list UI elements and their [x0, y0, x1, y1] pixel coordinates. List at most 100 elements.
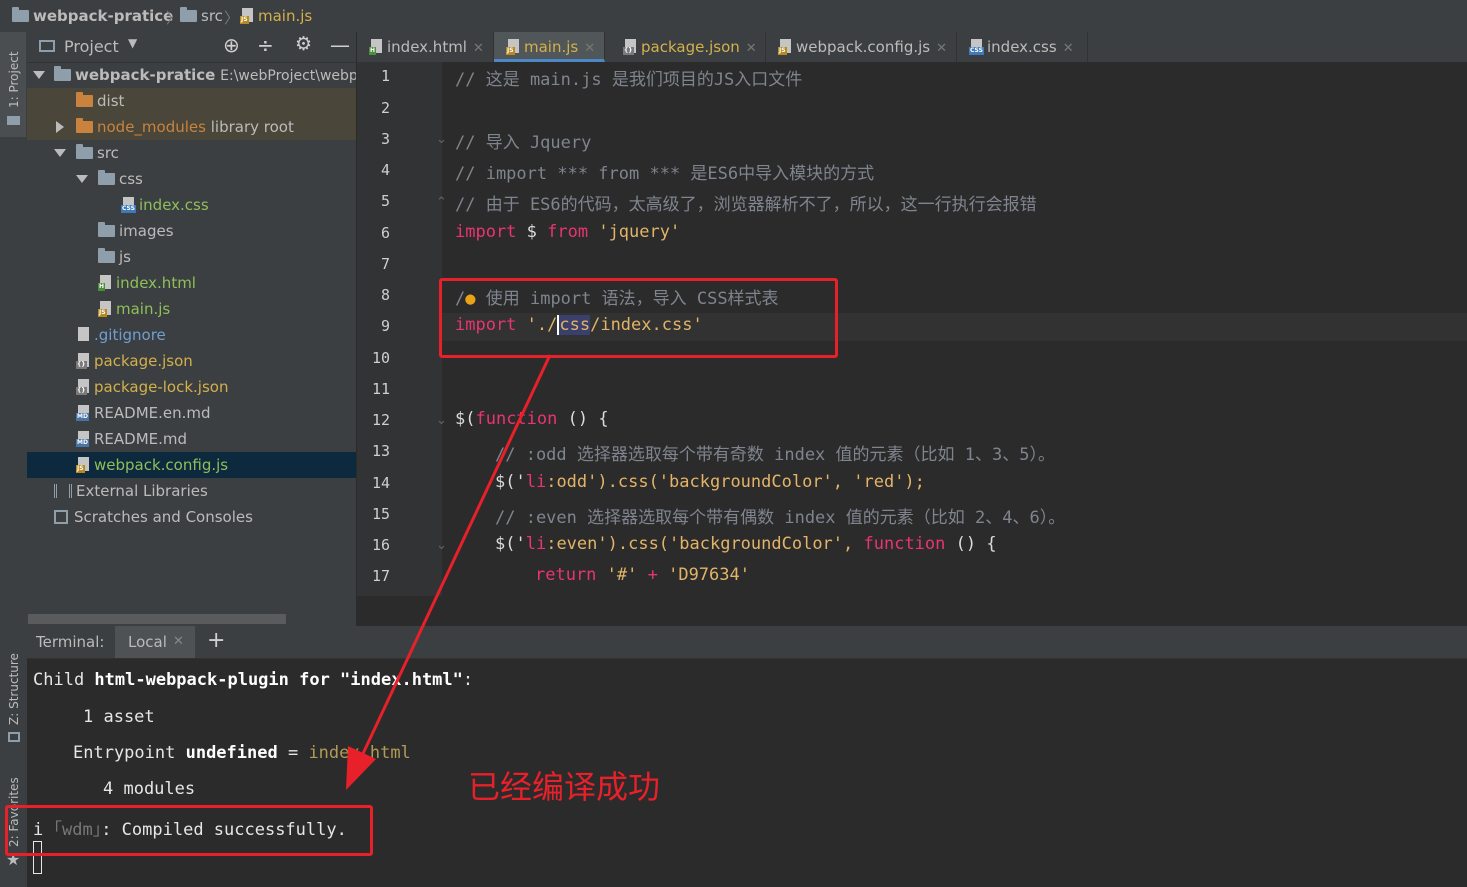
project-panel-header: Project ▼ ⊕ ÷ ⚙ —	[27, 32, 356, 63]
terminal-label: Terminal:	[36, 633, 105, 651]
close-icon[interactable]: ✕	[1063, 41, 1074, 56]
tab-webpack-config[interactable]: JS webpack.config.js ✕	[766, 32, 957, 62]
add-tab-icon[interactable]: +	[207, 628, 225, 653]
tree-item-label: webpack.config.js	[94, 456, 229, 474]
tree-item-label: js	[119, 248, 131, 266]
arrow-head	[346, 746, 376, 790]
code-line-16: $('li:even').css('backgroundColor', func…	[495, 534, 997, 554]
tree-item-label: src	[97, 144, 119, 162]
breadcrumb-separator: 〉	[224, 9, 240, 27]
tree-item-main-js[interactable]: JS main.js	[27, 296, 356, 322]
gear-icon[interactable]: ⚙	[295, 33, 312, 55]
chevron-down-icon[interactable]: ▼	[128, 36, 137, 50]
tree-item-note: library root	[210, 118, 294, 136]
tree-item-path: E:\webProject\webp	[220, 68, 356, 84]
tree-item-label: package.json	[94, 352, 193, 370]
tree-item-label: README.en.md	[94, 404, 211, 422]
code-line-13: // :odd 选择器选取每个带有奇数 index 值的元素（比如 1、3、5）…	[495, 445, 1055, 465]
css-file-icon: CSS	[969, 39, 984, 55]
tab-index-html[interactable]: Hindex.html ✕	[357, 32, 494, 62]
tree-item-index-html[interactable]: Hindex.html	[27, 270, 356, 296]
tree-item-label: main.js	[116, 300, 171, 318]
tree-item-label: dist	[97, 92, 125, 110]
code-line-3: // 导入 Jquery	[455, 133, 592, 153]
tree-item-index-css[interactable]: CSS index.css	[27, 192, 356, 218]
line-number: 9	[380, 317, 390, 335]
arrow-line	[358, 354, 552, 761]
tree-item-label: .gitignore	[94, 326, 166, 344]
horizontal-scrollbar[interactable]	[28, 614, 286, 624]
tree-item-readme-en[interactable]: MD README.en.md	[27, 400, 356, 426]
json-file-icon: {}	[623, 39, 637, 55]
html-file-icon: H	[98, 275, 112, 291]
fold-marker-icon[interactable]: ⌄	[436, 132, 447, 147]
left-tool-strip: 1: Project Z: Structure 2: Favorites ★	[0, 32, 28, 887]
annotation-arrow	[346, 354, 552, 790]
tab-package-json[interactable]: {} package.json ✕	[605, 32, 766, 62]
code-line-15: // :even 选择器选取每个带有偶数 index 值的元素（比如 2、4、6…	[495, 508, 1066, 528]
highlight-box-import-css	[439, 278, 838, 358]
tree-item-label: External Libraries	[76, 482, 208, 500]
markdown-file-icon: MD	[76, 405, 90, 421]
project-tree: webpack-pratice E:\webProject\webp dist …	[27, 62, 356, 602]
project-view-selector[interactable]: Project	[64, 37, 119, 56]
tree-item-label: css	[119, 170, 143, 188]
terminal-line-4: 4 modules	[103, 779, 196, 799]
project-tool-label[interactable]: 1: Project	[7, 51, 21, 108]
tree-item-label: README.md	[94, 430, 188, 448]
collapse-all-icon[interactable]: ÷	[257, 33, 274, 57]
expanded-arrow-icon	[54, 149, 66, 157]
breadcrumb-project[interactable]: webpack-pratice	[12, 7, 173, 25]
tree-item-webpack-config[interactable]: JS webpack.config.js	[27, 452, 356, 478]
tree-item-label: images	[119, 222, 174, 240]
tree-item-css[interactable]: css	[27, 166, 356, 192]
tree-item-label: package-lock.json	[94, 378, 229, 396]
folder-icon	[76, 144, 93, 159]
tree-item-root[interactable]: webpack-pratice E:\webProject\webp	[27, 62, 356, 88]
js-file-icon: JS	[778, 39, 792, 55]
folder-icon	[76, 118, 93, 133]
tree-item-scratches[interactable]: Scratches and Consoles	[27, 504, 356, 530]
locate-file-icon[interactable]: ⊕	[223, 33, 240, 57]
line-number: 2	[380, 99, 390, 117]
tree-item-package-lock-json[interactable]: {} package-lock.json	[27, 374, 356, 400]
breadcrumb-file[interactable]: JS main.js	[240, 7, 312, 25]
js-file-icon: JS	[240, 8, 254, 24]
json-file-icon: {}	[76, 379, 90, 395]
close-icon[interactable]: ✕	[936, 41, 947, 56]
close-icon[interactable]: ✕	[746, 41, 757, 56]
hide-panel-icon[interactable]: —	[330, 33, 350, 57]
tab-main-js[interactable]: JS main.js ✕	[494, 32, 605, 62]
close-icon[interactable]: ✕	[473, 41, 484, 56]
tree-item-package-json[interactable]: {} package.json	[27, 348, 356, 374]
expanded-arrow-icon	[33, 71, 45, 79]
folder-icon	[12, 7, 29, 22]
breadcrumb-folder[interactable]: src	[180, 7, 223, 25]
fold-marker-icon[interactable]: ⌃	[436, 195, 447, 210]
js-file-icon: JS	[76, 457, 90, 473]
tree-item-gitignore[interactable]: .gitignore	[27, 322, 356, 348]
expanded-arrow-icon	[76, 175, 88, 183]
tree-item-src[interactable]: src	[27, 140, 356, 166]
tree-item-images[interactable]: images	[27, 218, 356, 244]
scratch-icon	[54, 510, 68, 524]
tree-item-readme[interactable]: MD README.md	[27, 426, 356, 452]
tree-item-label: index.html	[116, 274, 196, 292]
folder-icon	[180, 7, 197, 22]
tree-item-node-modules[interactable]: node_modules library root	[27, 114, 356, 140]
tree-item-dist[interactable]: dist	[27, 88, 356, 114]
code-line-5: // 由于 ES6的代码，太高级了，浏览器解析不了，所以，这一行执行会报错	[455, 195, 1037, 215]
folder-icon	[54, 66, 71, 81]
tree-item-js[interactable]: js	[27, 244, 356, 270]
breadcrumb-separator: 〉	[166, 9, 182, 27]
tree-item-label: index.css	[139, 196, 209, 214]
tree-item-external-libraries[interactable]: External Libraries	[27, 478, 356, 504]
line-number: 8	[380, 286, 390, 304]
folder-icon	[98, 170, 115, 185]
close-icon[interactable]: ✕	[584, 41, 595, 56]
tree-item-label: Scratches and Consoles	[74, 508, 253, 526]
close-icon[interactable]: ✕	[173, 634, 184, 649]
tab-index-css[interactable]: CSS index.css ✕	[957, 32, 1088, 62]
code-line-17: return '#' + 'D97634'	[535, 565, 750, 585]
structure-tool-label[interactable]: Z: Structure	[7, 653, 21, 725]
